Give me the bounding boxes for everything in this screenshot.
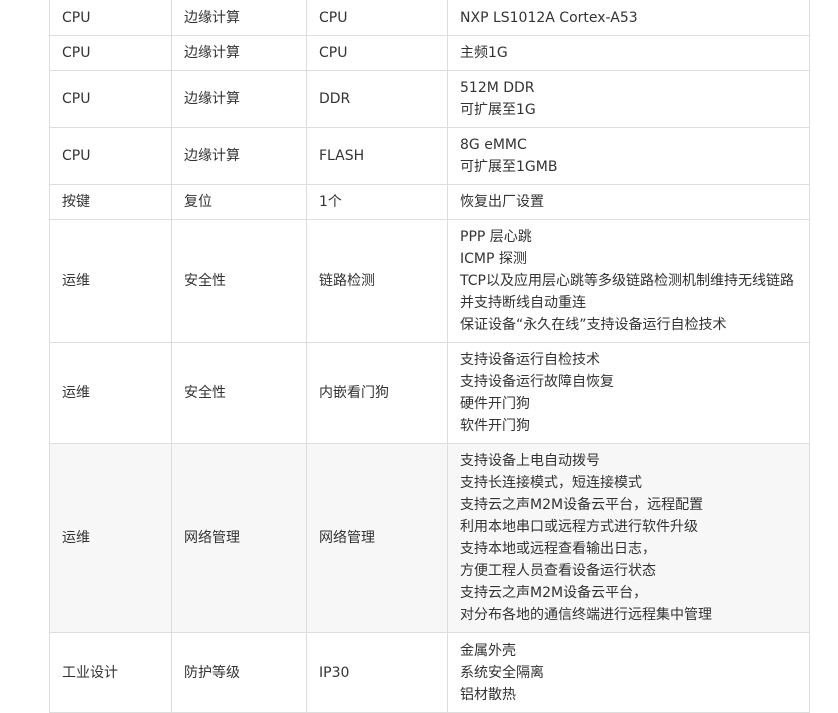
description-line: 利用本地串口或远程方式进行软件升级	[460, 519, 698, 535]
cell-group: 边缘计算	[171, 0, 307, 36]
description-line: 支持长连接模式，短连接模式	[460, 475, 642, 491]
cell-group: 边缘计算	[171, 70, 307, 128]
description-line: 系统安全隔离	[460, 664, 544, 681]
table-row: 运维 安全性 链路检测 PPP 层心跳 ICMP 探测 TCP以及应用层心跳等多…	[49, 219, 810, 343]
cell-item: IP30	[306, 632, 448, 713]
description-line: 8G eMMC	[460, 137, 527, 153]
cell-category: 按键	[49, 184, 172, 220]
cell-description: 支持设备运行自检技术 支持设备运行故障自恢复 硬件开门狗 软件开门狗	[447, 342, 810, 444]
description-line: 支持云之声M2M设备云平台，	[460, 585, 648, 601]
description-line: 保证设备“永久在线”支持设备运行自检技术	[460, 317, 727, 333]
cell-item: 链路检测	[306, 219, 448, 343]
description-line: 对分布各地的通信终端进行远程集中管理	[460, 607, 712, 623]
cell-group: 复位	[171, 184, 307, 220]
description-line: 512M DDR	[460, 80, 535, 96]
cell-description: 8G eMMC 可扩展至1GMB	[447, 127, 810, 185]
table-row: 运维 安全性 内嵌看门狗 支持设备运行自检技术 支持设备运行故障自恢复 硬件开门…	[49, 342, 810, 444]
cell-description: 512M DDR 可扩展至1G	[447, 70, 810, 128]
cell-group: 安全性	[171, 219, 307, 343]
description-line: 并支持断线自动重连	[460, 295, 586, 311]
cell-category: CPU	[49, 0, 172, 36]
cell-description: 主频1G	[447, 35, 810, 71]
table-row: CPU 边缘计算 CPU NXP LS1012A Cortex-A53	[49, 0, 810, 36]
cell-item: DDR	[306, 70, 448, 128]
cell-category: 运维	[49, 342, 172, 444]
description-line: TCP以及应用层心跳等多级链路检测机制维持无线链路	[460, 273, 794, 289]
description-line: 支持本地或远程查看输出日志，	[460, 541, 656, 557]
description-line: NXP LS1012A Cortex-A53	[460, 9, 638, 26]
table-row: 运维 网络管理 网络管理 支持设备上电自动拨号 支持长连接模式，短连接模式 支持…	[49, 443, 810, 633]
cell-group: 网络管理	[171, 443, 307, 633]
cell-item: CPU	[306, 35, 448, 71]
cell-category: CPU	[49, 70, 172, 128]
cell-category: CPU	[49, 127, 172, 185]
cell-description: 支持设备上电自动拨号 支持长连接模式，短连接模式 支持云之声M2M设备云平台，远…	[447, 443, 810, 633]
cell-category: 运维	[49, 443, 172, 633]
description-line: 支持设备运行故障自恢复	[460, 374, 614, 390]
table-row: CPU 边缘计算 CPU 主频1G	[49, 35, 810, 71]
table-row: 按键 复位 1个 恢复出厂设置	[49, 184, 810, 220]
cell-group: 边缘计算	[171, 35, 307, 71]
cell-item: CPU	[306, 0, 448, 36]
cell-item: 内嵌看门狗	[306, 342, 448, 444]
description-line: 方便工程人员查看设备运行状态	[460, 563, 656, 579]
cell-description: 恢复出厂设置	[447, 184, 810, 220]
cell-category: CPU	[49, 35, 172, 71]
table-row: CPU 边缘计算 DDR 512M DDR 可扩展至1G	[49, 70, 810, 128]
description-line: 主频1G	[460, 45, 508, 61]
cell-item: 1个	[306, 184, 448, 220]
cell-description: 金属外壳 系统安全隔离 铝材散热	[447, 632, 810, 713]
description-line: 恢复出厂设置	[460, 194, 544, 210]
description-line: 硬件开门狗	[460, 396, 530, 412]
description-line: 支持设备上电自动拨号	[460, 453, 600, 469]
cell-item: 网络管理	[306, 443, 448, 633]
description-line: 铝材散热	[460, 686, 516, 703]
description-line: 可扩展至1G	[460, 102, 536, 118]
cell-group: 安全性	[171, 342, 307, 444]
description-line: ICMP 探测	[460, 251, 527, 267]
spec-table-container: CPU 边缘计算 CPU NXP LS1012A Cortex-A53 CPU …	[49, 0, 810, 713]
cell-item: FLASH	[306, 127, 448, 185]
table-row: 工业设计 防护等级 IP30 金属外壳 系统安全隔离 铝材散热	[49, 632, 810, 713]
cell-category: 运维	[49, 219, 172, 343]
description-line: 软件开门狗	[460, 418, 530, 434]
cell-category: 工业设计	[49, 632, 172, 713]
description-line: 可扩展至1GMB	[460, 159, 558, 175]
cell-group: 边缘计算	[171, 127, 307, 185]
spec-table: CPU 边缘计算 CPU NXP LS1012A Cortex-A53 CPU …	[49, 0, 810, 713]
description-line: 支持云之声M2M设备云平台，远程配置	[460, 497, 704, 513]
description-line: PPP 层心跳	[460, 229, 532, 245]
table-row: CPU 边缘计算 FLASH 8G eMMC 可扩展至1GMB	[49, 127, 810, 185]
cell-description: PPP 层心跳 ICMP 探测 TCP以及应用层心跳等多级链路检测机制维持无线链…	[447, 219, 810, 343]
description-line: 金属外壳	[460, 642, 516, 659]
cell-group: 防护等级	[171, 632, 307, 713]
cell-description: NXP LS1012A Cortex-A53	[447, 0, 810, 36]
description-line: 支持设备运行自检技术	[460, 352, 600, 368]
